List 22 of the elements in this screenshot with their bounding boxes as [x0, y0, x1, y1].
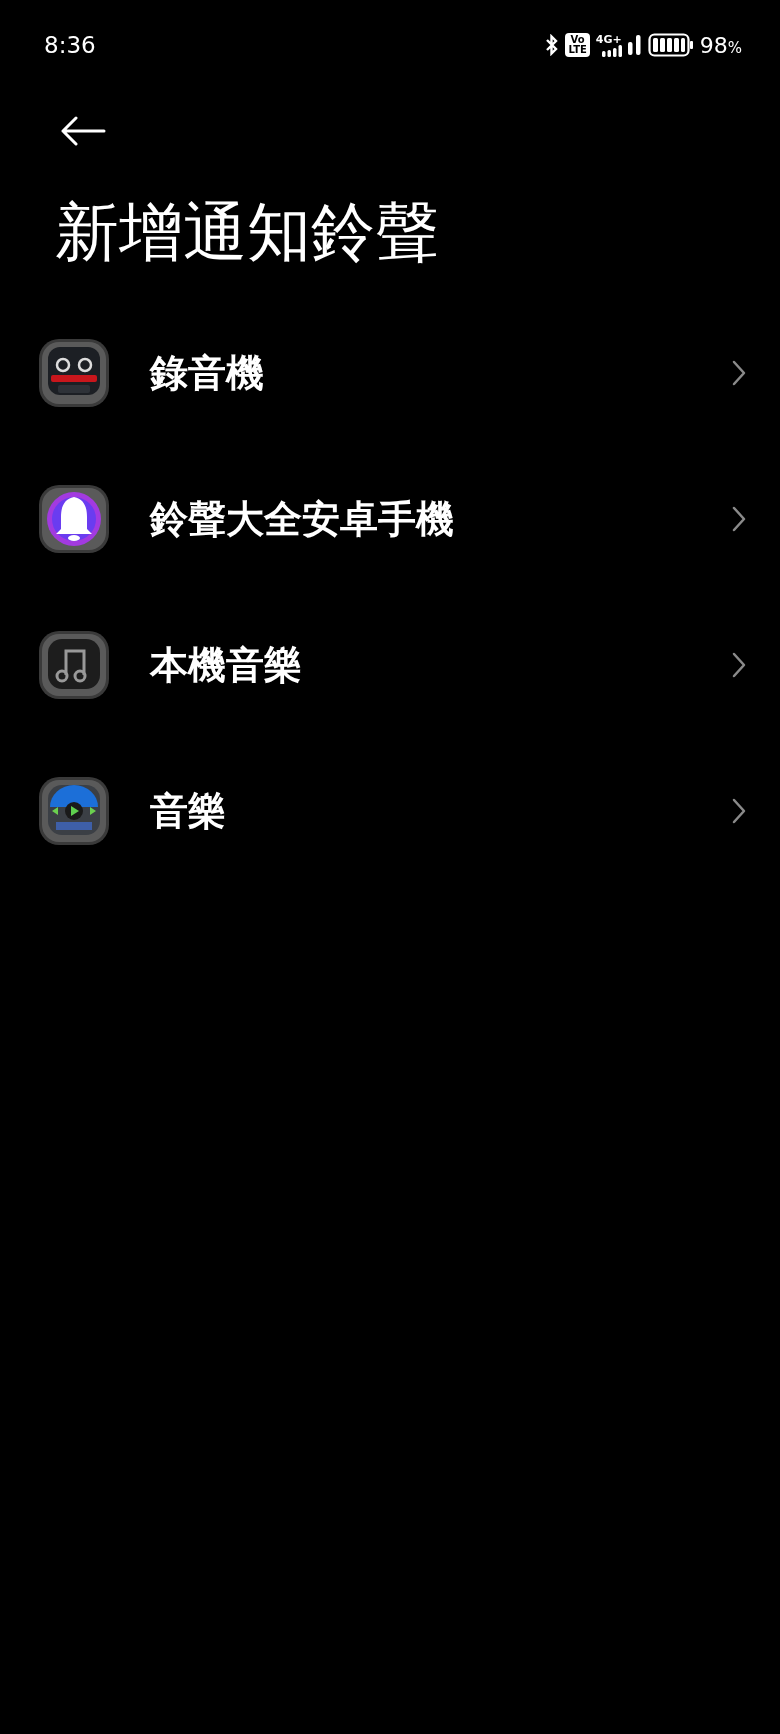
chevron-right-icon — [732, 652, 746, 678]
disc-player-icon — [38, 775, 110, 847]
signal-icon — [601, 44, 622, 57]
cassette-icon — [38, 337, 110, 409]
bell-icon — [38, 483, 110, 555]
page-title: 新增通知鈴聲 — [55, 194, 440, 271]
chevron-right-icon — [732, 360, 746, 386]
app-list-item[interactable]: 本機音樂 — [0, 592, 780, 738]
chevron-right-icon — [732, 798, 746, 824]
app-list-item[interactable]: 音樂 — [0, 738, 780, 884]
battery-level: 98% — [699, 32, 742, 58]
chevron-right-icon — [732, 506, 746, 532]
app-list-item[interactable]: 錄音機 — [0, 300, 780, 446]
signal-icon — [627, 34, 642, 56]
battery-icon — [647, 33, 694, 57]
music-note-icon — [38, 629, 110, 701]
network-type: 4G+ — [595, 33, 622, 45]
bluetooth-icon — [545, 34, 560, 56]
volte-badge: Vo LTE — [565, 33, 590, 57]
back-arrow-icon — [60, 116, 106, 146]
app-list-item[interactable]: 鈴聲大全安卓手機 — [0, 446, 780, 592]
status-time: 8:36 — [44, 32, 96, 58]
